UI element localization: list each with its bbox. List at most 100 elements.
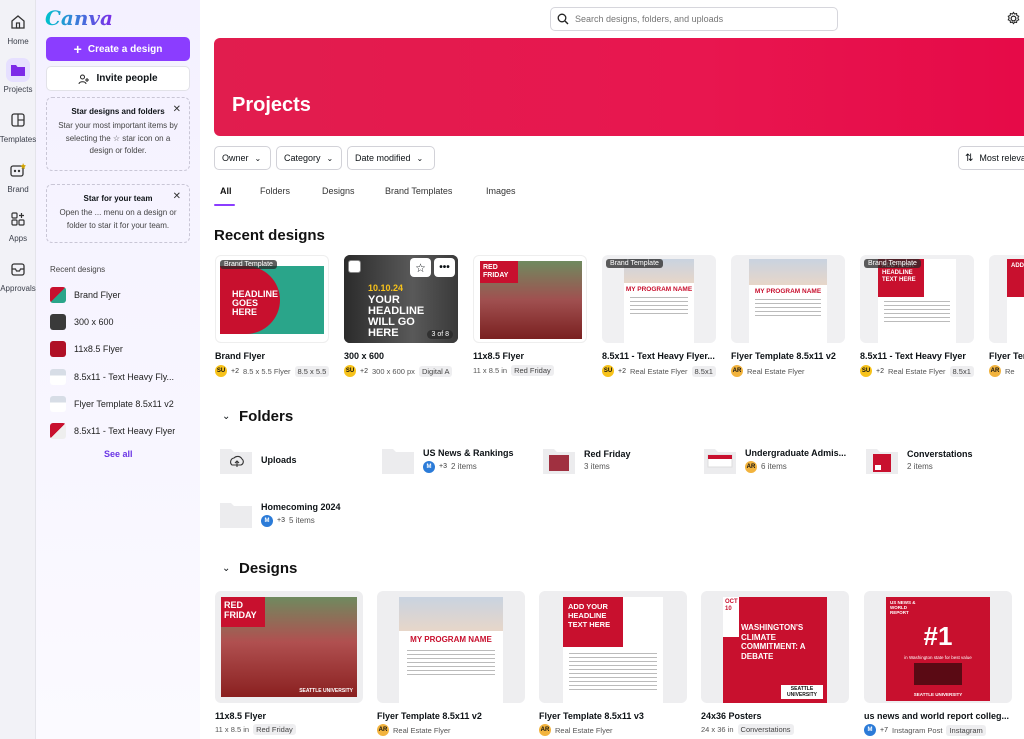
recent-design-card[interactable]: RED FRIDAY 11x8.5 Flyer 11 x 8.5 in Red … [473,255,587,376]
star-team-tip: ✕ Star for your team Open the ... menu o… [46,184,190,243]
recent-design-card[interactable]: MY PROGRAM NAME Brand Template 8.5x11 - … [602,255,716,377]
folder-name: Converstations [907,449,973,459]
recent-item-label: Flyer Template 8.5x11 v2 [74,399,174,409]
rail-projects[interactable]: Projects [0,58,36,94]
design-card[interactable]: OCT 10 WASHINGTON'S CLIMATE COMMITMENT: … [701,591,849,735]
design-card[interactable]: US NEWS & WORLD REPORT #1 in Washington … [864,591,1012,736]
thumb-subtext: in Washington state for best value [904,655,972,660]
folder-item[interactable]: Converstations 2 items [865,444,973,476]
recent-design-card[interactable]: ADD Flyer Tem AR Re [989,255,1024,377]
more-options-icon[interactable]: ••• [434,258,455,277]
invite-people-label: Invite people [96,73,158,84]
card-meta: AR Real Estate Flyer [377,724,525,736]
date-modified-filter[interactable]: Date modified ⌄ [347,146,435,170]
recent-item[interactable]: 8.5x11 - Text Heavy Flyer [50,421,196,441]
card-dimensions: Real Estate Flyer [629,366,688,376]
collaborator-count: +7 [880,726,888,734]
avatar: SU [344,365,356,377]
folder-item[interactable]: Red Friday 3 items [542,444,631,476]
folder-item[interactable]: US News & Rankings M +3 2 items [381,444,514,476]
close-icon[interactable]: ✕ [173,104,181,115]
tab-folders[interactable]: Folders [260,186,290,196]
recent-item[interactable]: 8.5x11 - Text Heavy Fly... [50,367,196,387]
see-all-link[interactable]: See all [104,449,133,459]
tip-title: Star for your team [83,194,153,203]
folder-item[interactable]: Undergraduate Admis... AR 6 items [703,444,846,476]
card-dimensions: 8.5 x 5.5 Flyer [242,366,291,376]
tab-all[interactable]: All [220,186,232,196]
card-meta: SU +2 300 x 600 px Digital A [344,365,458,377]
star-icon[interactable]: ☆ [410,258,431,277]
create-design-button[interactable]: + Create a design [46,37,190,61]
folder-meta: AR 6 items [745,460,846,473]
tab-designs[interactable]: Designs [322,186,355,196]
folder-count: 3 items [584,462,610,471]
star-designs-tip: ✕ Star designs and folders Star your mos… [46,97,190,171]
chevron-down-icon[interactable]: ⌄ [222,563,230,574]
recent-design-card[interactable]: ADD YOUR HEADLINE TEXT HERE Brand Templa… [860,255,974,377]
search-bar[interactable] [550,7,838,31]
sort-button[interactable]: ⇅ Most relevant [958,146,1024,170]
rail-apps[interactable]: Apps [0,207,36,243]
upload-folder-icon [219,445,253,475]
owner-filter[interactable]: Owner ⌄ [214,146,271,170]
recent-item[interactable]: 300 x 600 [50,312,196,332]
card-dimensions: 24 x 36 in [701,725,734,734]
folder-item[interactable]: Uploads [219,444,297,476]
folder-icon [6,58,30,82]
card-dimensions: Real Estate Flyer [393,725,451,735]
rail-approvals[interactable]: Approvals [0,257,36,293]
thumb-headline: ADD YOUR HEADLINE TEXT HERE [563,597,623,647]
date-filter-label: Date modified [355,153,411,163]
recent-design-card[interactable]: MY PROGRAM NAME Flyer Template 8.5x11 v2… [731,255,845,377]
tab-images[interactable]: Images [486,186,516,196]
search-input[interactable] [575,14,825,24]
designs-heading: Designs [239,560,298,577]
rail-templates[interactable]: Templates [0,108,36,144]
rail-brand[interactable]: Brand [0,158,36,194]
recent-design-card[interactable]: HEADLINE GOES HERE Brand Template Brand … [215,255,329,377]
rail-home[interactable]: Home [0,10,36,46]
card-title: 300 x 600 [344,351,385,361]
brand-icon [6,158,30,182]
page-count-badge: 3 of 8 [427,330,453,339]
tab-brand-templates[interactable]: Brand Templates [385,186,452,196]
design-card[interactable]: ADD YOUR HEADLINE TEXT HERE Flyer Templa… [539,591,687,736]
folder-item[interactable]: Homecoming 2024 M +3 5 items [219,498,341,530]
thumb-corner-text: US NEWS & WORLD REPORT [890,600,916,615]
card-title: 8.5x11 - Text Heavy Flyer [860,351,966,361]
gear-icon[interactable] [1006,11,1021,29]
folder-name: US News & Rankings [423,447,514,458]
brand-template-badge: Brand Template [220,260,277,269]
card-title: Brand Flyer [215,351,266,361]
design-card[interactable]: RED FRIDAY SEATTLE UNIVERSITY 11x8.5 Fly… [215,591,363,735]
recent-item[interactable]: Brand Flyer [50,285,196,305]
select-checkbox[interactable] [348,260,361,273]
canva-logo[interactable]: Canva [45,6,113,30]
plus-icon: + [73,41,82,57]
folder-count: 2 items [450,462,477,471]
invite-people-button[interactable]: Invite people [46,66,190,91]
chevron-down-icon[interactable]: ⌄ [222,411,230,422]
card-title: 11x8.5 Flyer [215,711,267,721]
sort-label: Most relevant [979,153,1024,163]
category-filter[interactable]: Category ⌄ [276,146,342,170]
avatar: SU [860,365,872,377]
folder-icon [703,445,737,475]
avatar: AR [989,365,1001,377]
folder-tag: Converstations [737,724,794,735]
design-card[interactable]: MY PROGRAM NAME Flyer Template 8.5x11 v2… [377,591,525,736]
close-icon[interactable]: ✕ [173,191,181,202]
collaborator-count: +2 [231,367,239,375]
recent-design-card[interactable]: 10.10.24 YOUR HEADLINE WILL GO HERE ☆ ••… [344,255,458,377]
folder-tag: Instagram [946,724,986,736]
card-dimensions: 300 x 600 px [371,366,415,376]
card-meta: 24 x 36 in Converstations [701,724,849,735]
people-icon [78,74,90,84]
projects-banner: Projects [214,38,1024,136]
collaborator-count: +2 [360,367,368,375]
recent-item[interactable]: Flyer Template 8.5x11 v2 [50,394,196,414]
recent-item[interactable]: 11x8.5 Flyer [50,339,196,359]
design-thumbnail [50,369,66,385]
thumb-headline: YOUR HEADLINE WILL GO HERE [368,294,425,339]
